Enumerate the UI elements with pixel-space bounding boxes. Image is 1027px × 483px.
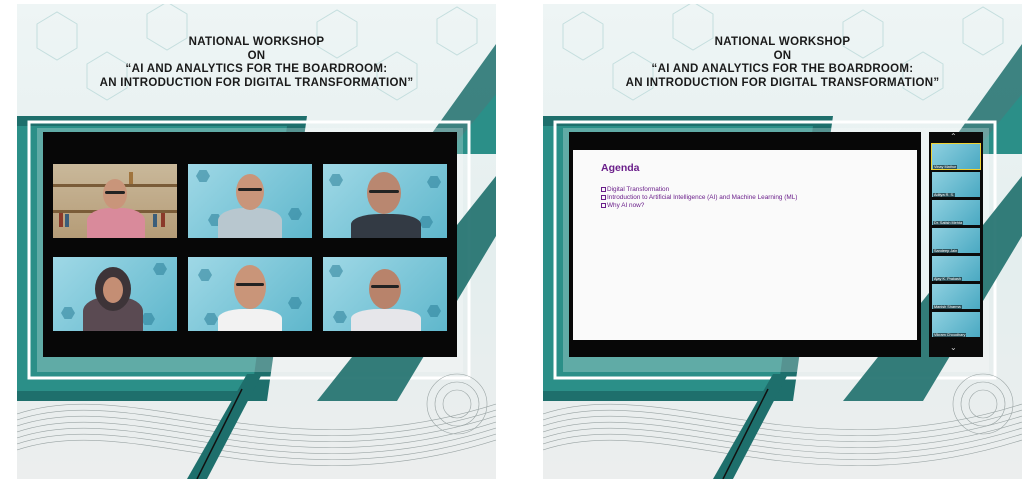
agenda-list: Digital Transformation Introduction to A… bbox=[601, 186, 797, 210]
participant-face bbox=[103, 277, 123, 303]
book-decoration bbox=[129, 172, 133, 184]
workshop-poster-left: NATIONAL WORKSHOP ON “AI AND ANALYTICS F… bbox=[17, 4, 496, 479]
participant-thumbnail[interactable]: Ajay K. Prakash bbox=[932, 256, 980, 281]
participant-name: Sandeep Jain bbox=[933, 248, 959, 253]
agenda-item: Digital Transformation bbox=[601, 186, 797, 194]
participant-name: Aditya R. S. bbox=[933, 192, 956, 197]
video-tile-5[interactable] bbox=[188, 257, 312, 331]
hexagon-icon bbox=[196, 170, 210, 182]
participant-head bbox=[367, 172, 401, 214]
presentation-slide: Agenda Digital Transformation Introducti… bbox=[573, 150, 917, 340]
title-line-4: AN INTRODUCTION FOR DIGITAL TRANSFORMATI… bbox=[625, 76, 940, 89]
hexagon-icon bbox=[329, 174, 343, 186]
participant-name: Manish Sharma bbox=[933, 304, 962, 309]
participant-thumbnail[interactable]: Aditya R. S. bbox=[932, 172, 980, 197]
workshop-title: NATIONAL WORKSHOP ON “AI AND ANALYTICS F… bbox=[543, 36, 1022, 90]
participant-name: Vinay Mathur bbox=[933, 164, 958, 169]
hexagon-icon bbox=[61, 307, 75, 319]
book-decoration bbox=[153, 214, 157, 227]
title-line-2: ON bbox=[247, 49, 266, 62]
book-decoration bbox=[65, 214, 69, 227]
participant-name: Vikram Choudhary bbox=[933, 332, 967, 337]
participant-head bbox=[103, 179, 127, 209]
participant-thumbnail-strip: ⌃ Vinay Mathur Aditya R. S. Dr. Satish M… bbox=[929, 132, 983, 357]
agenda-item-text: Digital Transformation bbox=[607, 186, 670, 193]
title-line-1: NATIONAL WORKSHOP bbox=[188, 36, 325, 48]
participant-head bbox=[234, 265, 266, 309]
participant-body bbox=[87, 208, 145, 238]
participant-head bbox=[236, 174, 264, 210]
glasses-icon bbox=[236, 283, 264, 286]
hexagon-icon bbox=[329, 265, 343, 277]
hexagon-icon bbox=[153, 263, 167, 275]
participant-head bbox=[369, 269, 401, 309]
participant-thumbnail[interactable]: Dr. Satish Mehta bbox=[932, 200, 980, 225]
participant-thumbnail[interactable]: Sandeep Jain bbox=[932, 228, 980, 253]
agenda-item: Why AI now? bbox=[601, 202, 797, 210]
video-call-gallery bbox=[43, 132, 457, 357]
chevron-up-icon[interactable]: ⌃ bbox=[950, 133, 957, 141]
workshop-title: NATIONAL WORKSHOP ON “AI AND ANALYTICS F… bbox=[17, 36, 496, 90]
hexagon-icon bbox=[333, 311, 347, 323]
hexagon-icon bbox=[288, 208, 302, 220]
participant-body bbox=[351, 309, 421, 331]
video-tile-6[interactable] bbox=[323, 257, 447, 331]
glasses-icon bbox=[238, 188, 262, 191]
title-line-3: “AI AND ANALYTICS FOR THE BOARDROOM: bbox=[125, 63, 388, 75]
video-tile-4[interactable] bbox=[53, 257, 177, 331]
title-line-4: AN INTRODUCTION FOR DIGITAL TRANSFORMATI… bbox=[99, 76, 414, 89]
video-tile-1[interactable] bbox=[53, 164, 177, 238]
workshop-poster-right: NATIONAL WORKSHOP ON “AI AND ANALYTICS F… bbox=[543, 4, 1022, 479]
checkbox-icon bbox=[601, 186, 606, 192]
video-tile-2[interactable] bbox=[188, 164, 312, 238]
participant-name: Ajay K. Prakash bbox=[933, 276, 963, 281]
shared-screen: Agenda Digital Transformation Introducti… bbox=[569, 132, 921, 357]
hexagon-icon bbox=[419, 216, 433, 228]
chevron-down-icon[interactable]: ⌄ bbox=[950, 344, 957, 352]
title-line-2: ON bbox=[773, 49, 792, 62]
participant-thumbnail[interactable]: Manish Sharma bbox=[932, 284, 980, 309]
participant-body bbox=[351, 214, 421, 238]
slide-heading: Agenda bbox=[601, 162, 640, 174]
hexagon-icon bbox=[198, 269, 212, 281]
checkbox-icon bbox=[601, 194, 606, 200]
agenda-item-text: Why AI now? bbox=[607, 202, 645, 209]
checkbox-icon bbox=[601, 202, 606, 208]
video-tile-3[interactable] bbox=[323, 164, 447, 238]
hexagon-icon bbox=[427, 305, 441, 317]
title-line-3: “AI AND ANALYTICS FOR THE BOARDROOM: bbox=[651, 63, 914, 75]
hexagon-icon bbox=[288, 297, 302, 309]
agenda-item-text: Introduction to Artificial Intelligence … bbox=[607, 194, 798, 201]
hexagon-icon bbox=[141, 313, 155, 325]
hexagon-icon bbox=[204, 313, 218, 325]
agenda-item: Introduction to Artificial Intelligence … bbox=[601, 194, 797, 202]
participant-thumbnail[interactable]: Vinay Mathur bbox=[931, 143, 981, 170]
participant-thumbnail[interactable]: Vikram Choudhary bbox=[932, 312, 980, 337]
participant-body bbox=[218, 208, 282, 238]
glasses-icon bbox=[369, 190, 399, 193]
book-decoration bbox=[161, 213, 165, 227]
title-line-1: NATIONAL WORKSHOP bbox=[714, 36, 851, 48]
participant-body bbox=[218, 309, 282, 331]
participant-name: Dr. Satish Mehta bbox=[933, 220, 964, 225]
glasses-icon bbox=[105, 191, 125, 194]
glasses-icon bbox=[371, 285, 399, 288]
hexagon-icon bbox=[427, 176, 441, 188]
book-decoration bbox=[59, 213, 63, 227]
